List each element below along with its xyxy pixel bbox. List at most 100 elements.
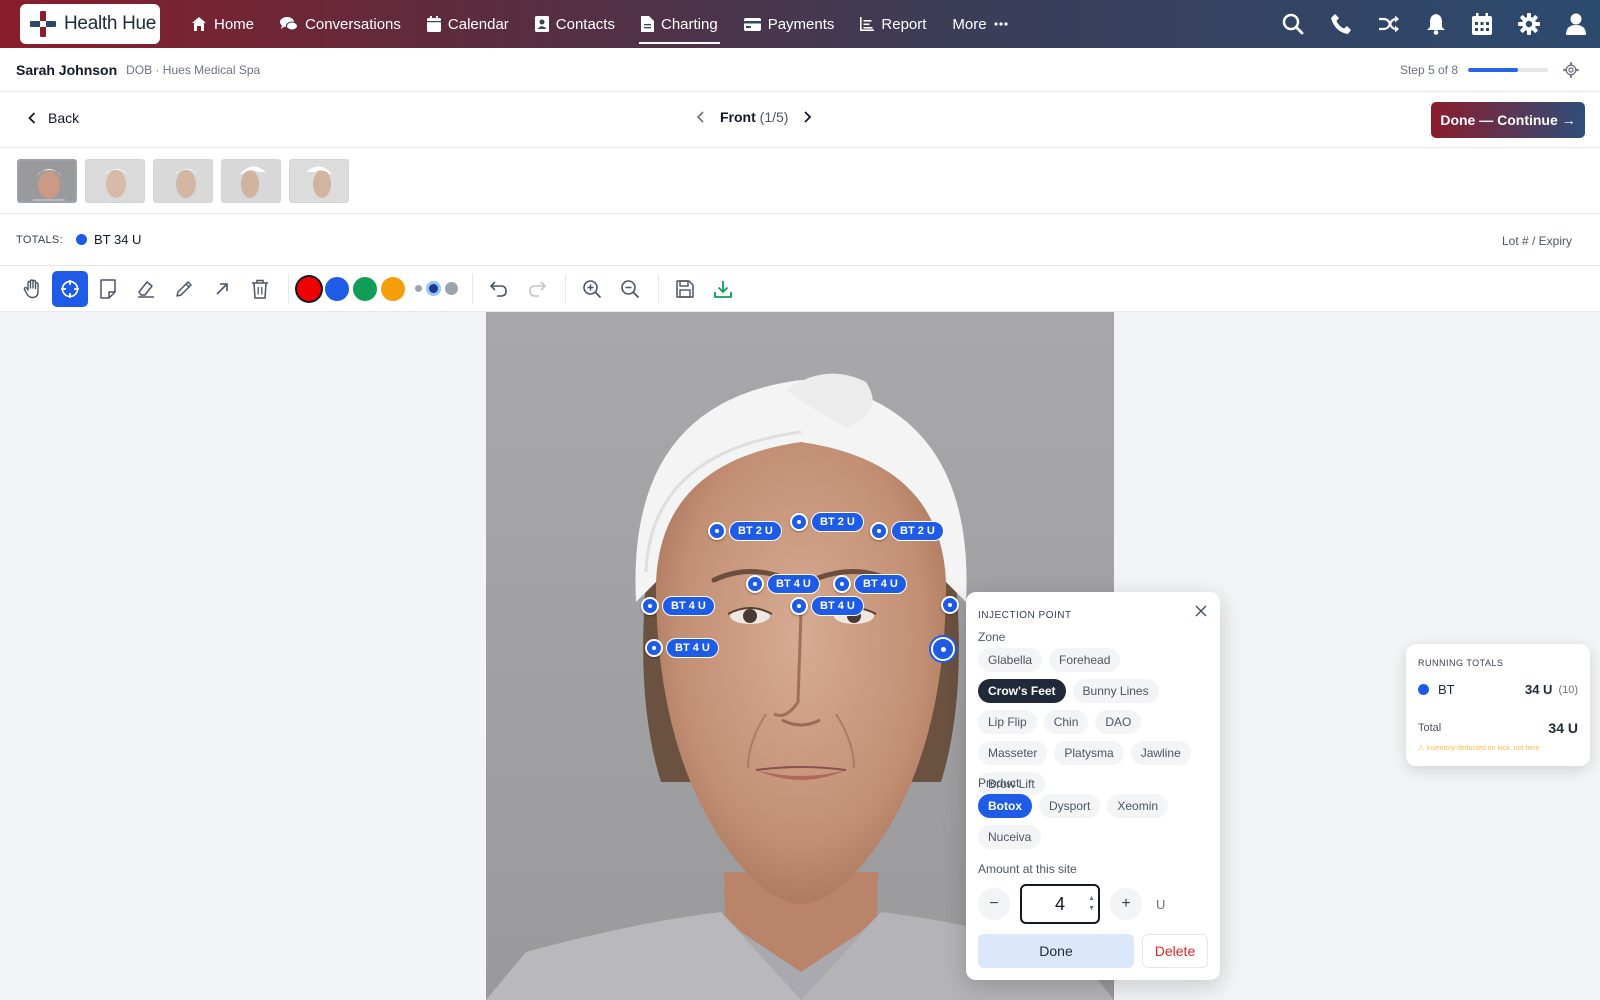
bell-icon[interactable]	[1426, 13, 1446, 35]
product-option[interactable]: Xeomin	[1107, 794, 1169, 818]
zone-option[interactable]: Jawline	[1130, 741, 1191, 765]
zone-option-selected[interactable]: Crow's Feet	[978, 679, 1066, 703]
product-option[interactable]: Nuceiva	[978, 825, 1042, 849]
zone-option[interactable]: Forehead	[1049, 648, 1121, 672]
zone-option[interactable]: Bunny Lines	[1072, 679, 1159, 703]
decrease-button[interactable]: −	[978, 888, 1010, 920]
nav-home[interactable]: Home	[178, 0, 267, 48]
brush-size-selector	[415, 281, 458, 296]
injection-point-marker[interactable]: BT 4 U	[645, 638, 719, 658]
zone-option[interactable]: Platysma	[1054, 741, 1124, 765]
next-view-icon[interactable]	[802, 110, 812, 124]
thumbnail-left-oblique[interactable]	[153, 158, 213, 203]
toolbar-divider	[472, 273, 473, 304]
lot-expiry-link[interactable]: Lot # / Expiry	[1502, 234, 1572, 248]
popover-delete-button[interactable]: Delete	[1142, 934, 1208, 968]
nav-more[interactable]: More	[939, 0, 1020, 48]
color-swatch-orange[interactable]	[381, 276, 405, 301]
settings-icon[interactable]	[1563, 62, 1579, 78]
injection-point-marker[interactable]: BT 2 U	[870, 521, 944, 541]
hand-icon	[23, 278, 39, 298]
marker-label: BT 2 U	[729, 521, 782, 541]
zone-option[interactable]: Masseter	[978, 741, 1048, 765]
nav-contacts[interactable]: Contacts	[522, 0, 628, 48]
toolbar-divider	[288, 273, 289, 304]
zone-option[interactable]: Chin	[1043, 710, 1089, 734]
zone-option[interactable]: Glabella	[978, 648, 1043, 672]
user-icon[interactable]	[1566, 13, 1586, 35]
product-color-dot	[1418, 684, 1429, 695]
pencil-tool[interactable]	[166, 271, 202, 307]
popover-done-button[interactable]: Done	[978, 934, 1134, 968]
note-tool[interactable]	[90, 271, 126, 307]
calendar-icon[interactable]	[1472, 13, 1492, 35]
face-thumbnail-image	[222, 159, 280, 202]
step-progress-fill	[1468, 68, 1518, 72]
injection-point-marker[interactable]: BT 4 U	[641, 596, 715, 616]
shuffle-icon[interactable]	[1378, 14, 1400, 34]
zone-option[interactable]: Lip Flip	[978, 710, 1037, 734]
product-option[interactable]: Dysport	[1039, 794, 1101, 818]
injection-point-marker[interactable]: BT 4 U	[746, 574, 820, 594]
app-logo[interactable]: Health Hue	[20, 4, 160, 44]
arrow-tool[interactable]	[204, 271, 240, 307]
zoom-in-icon	[583, 279, 602, 298]
chart-canvas[interactable]: BT 2 U BT 2 U BT 2 U BT 4 U BT 4 U BT 4 …	[0, 312, 1600, 1000]
injection-point-marker[interactable]: BT 4 U	[833, 574, 907, 594]
search-icon[interactable]	[1282, 13, 1304, 35]
color-swatch-blue[interactable]	[325, 276, 349, 301]
thumbnail-left-profile[interactable]	[289, 158, 349, 203]
color-swatch-red[interactable]	[297, 276, 321, 301]
spinner-icon[interactable]: ▲ ▼	[1088, 894, 1095, 914]
nav-charting[interactable]: Charting	[628, 0, 731, 48]
delete-tool[interactable]	[242, 271, 278, 307]
thumbnail-right-profile[interactable]	[221, 158, 281, 203]
view-count: (1/5)	[759, 109, 789, 125]
thumbnail-front[interactable]	[17, 158, 77, 203]
marker-dot	[790, 513, 808, 531]
save-button[interactable]	[667, 271, 703, 307]
injection-point-marker[interactable]: BT 4 U	[790, 596, 864, 616]
injection-point-marker[interactable]	[941, 596, 959, 614]
increase-button[interactable]: +	[1110, 888, 1142, 920]
gear-icon[interactable]	[1518, 13, 1540, 35]
view-name: Front	[720, 109, 756, 125]
back-button[interactable]: Back	[28, 110, 79, 126]
download-button[interactable]	[705, 271, 741, 307]
card-icon	[743, 17, 761, 31]
nav-conversations[interactable]: Conversations	[267, 0, 414, 48]
face-thumbnail-image	[86, 159, 144, 202]
size-large[interactable]	[445, 282, 458, 295]
amount-unit: U	[1156, 896, 1166, 912]
undo-button[interactable]	[481, 271, 517, 307]
amount-input[interactable]: 4 ▲ ▼	[1020, 884, 1100, 924]
size-small[interactable]	[415, 285, 422, 292]
color-swatch-green[interactable]	[353, 276, 377, 301]
pencil-icon	[176, 280, 192, 297]
eraser-tool[interactable]	[128, 271, 164, 307]
done-continue-button[interactable]: Done — Continue →	[1431, 102, 1585, 138]
injection-point-marker[interactable]: BT 2 U	[708, 521, 782, 541]
nav-label: More	[952, 15, 987, 33]
nav-label: Charting	[660, 15, 718, 33]
zone-option[interactable]: DAO	[1095, 710, 1142, 734]
pan-tool[interactable]	[14, 271, 50, 307]
nav-report[interactable]: Report	[847, 0, 939, 48]
injection-point-tool[interactable]	[52, 270, 88, 307]
close-icon[interactable]	[1194, 604, 1208, 618]
product-option-selected[interactable]: Botox	[978, 794, 1032, 818]
nav-calendar[interactable]: Calendar	[414, 0, 522, 48]
nav-payments[interactable]: Payments	[731, 0, 848, 48]
view-navigator: Front (1/5)	[696, 109, 812, 125]
marker-dot	[870, 522, 888, 540]
selected-injection-point[interactable]	[931, 637, 955, 661]
totals-value: BT 34 U	[76, 232, 141, 247]
prev-view-icon[interactable]	[696, 110, 706, 124]
redo-button[interactable]	[519, 271, 555, 307]
phone-icon[interactable]	[1330, 13, 1352, 35]
size-medium[interactable]	[426, 281, 441, 296]
zoom-in-button[interactable]	[574, 271, 610, 307]
zoom-out-button[interactable]	[612, 271, 648, 307]
injection-point-marker[interactable]: BT 2 U	[790, 512, 864, 532]
thumbnail-right-oblique[interactable]	[85, 158, 145, 203]
